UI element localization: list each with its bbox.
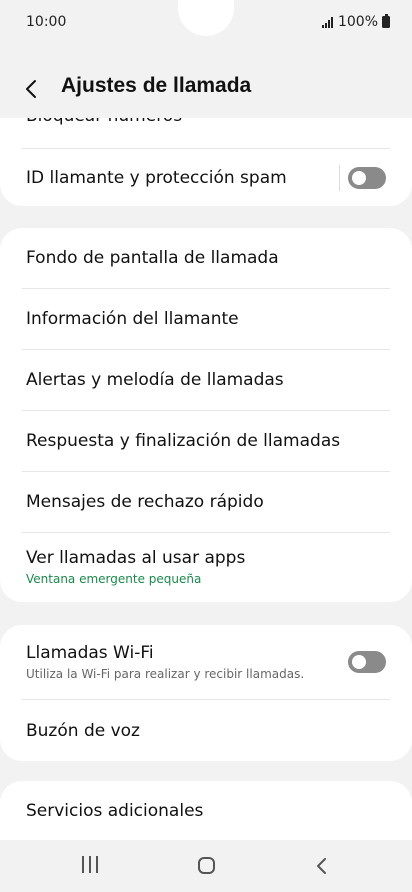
quick-decline-label: Mensajes de rechazo rápido bbox=[26, 492, 264, 512]
app-header: Ajustes de llamada bbox=[0, 64, 412, 114]
battery-percent: 100% bbox=[337, 14, 378, 30]
calls-in-apps-label: Ver llamadas al usar apps bbox=[26, 548, 246, 568]
additional-services-label: Servicios adicionales bbox=[26, 801, 204, 821]
list-item-caller-info[interactable]: Información del llamante bbox=[0, 289, 412, 349]
vertical-separator bbox=[339, 164, 340, 191]
list-item-caller-id[interactable]: ID llamante y protección spam bbox=[0, 149, 412, 206]
home-icon[interactable] bbox=[198, 857, 215, 874]
alerts-ringtone-label: Alertas y melodía de llamadas bbox=[26, 370, 284, 390]
back-arrow-icon[interactable] bbox=[20, 77, 44, 101]
voicemail-label: Buzón de voz bbox=[26, 720, 140, 741]
battery-icon bbox=[382, 14, 390, 28]
block-numbers-label: Bloquear números bbox=[26, 118, 182, 126]
camera-notch bbox=[178, 0, 234, 36]
card-wifi-voicemail: Llamadas Wi-Fi Utiliza la Wi-Fi para rea… bbox=[0, 625, 412, 761]
wifi-calling-label: Llamadas Wi-Fi bbox=[26, 643, 154, 663]
calls-in-apps-value: Ventana emergente pequeña bbox=[26, 572, 202, 586]
status-bar: 10:00 100% bbox=[0, 0, 412, 46]
list-item-answer-end[interactable]: Respuesta y finalización de llamadas bbox=[0, 411, 412, 471]
status-indicators: 100% bbox=[321, 14, 390, 30]
call-background-label: Fondo de pantalla de llamada bbox=[26, 248, 279, 268]
answer-end-label: Respuesta y finalización de llamadas bbox=[26, 431, 341, 451]
list-item-wifi-calling[interactable]: Llamadas Wi-Fi Utiliza la Wi-Fi para rea… bbox=[0, 625, 412, 699]
page-title: Ajustes de llamada bbox=[61, 74, 252, 97]
list-item-voicemail[interactable]: Buzón de voz bbox=[0, 700, 412, 761]
list-item-block-numbers[interactable]: Bloquear números bbox=[0, 118, 412, 148]
recent-apps-icon[interactable] bbox=[82, 856, 98, 873]
caller-id-label: ID llamante y protección spam bbox=[26, 167, 287, 188]
card-blocking: Bloquear números ID llamante y protecció… bbox=[0, 118, 412, 206]
caller-info-label: Información del llamante bbox=[26, 309, 239, 329]
list-item-call-background[interactable]: Fondo de pantalla de llamada bbox=[0, 228, 412, 288]
navigation-bar bbox=[0, 840, 412, 892]
status-time: 10:00 bbox=[26, 14, 67, 30]
caller-id-toggle[interactable] bbox=[348, 166, 386, 189]
list-item-additional-services[interactable]: Servicios adicionales bbox=[0, 781, 412, 841]
nav-back-icon[interactable] bbox=[313, 856, 331, 876]
wifi-calling-description: Utiliza la Wi-Fi para realizar y recibir… bbox=[26, 667, 305, 681]
list-item-alerts-ringtone[interactable]: Alertas y melodía de llamadas bbox=[0, 350, 412, 410]
card-call-display: Fondo de pantalla de llamada Información… bbox=[0, 228, 412, 602]
signal-icon bbox=[321, 16, 333, 28]
list-item-calls-in-apps[interactable]: Ver llamadas al usar apps Ventana emerge… bbox=[0, 533, 412, 601]
list-item-quick-decline[interactable]: Mensajes de rechazo rápido bbox=[0, 472, 412, 532]
wifi-calling-toggle[interactable] bbox=[348, 651, 386, 673]
